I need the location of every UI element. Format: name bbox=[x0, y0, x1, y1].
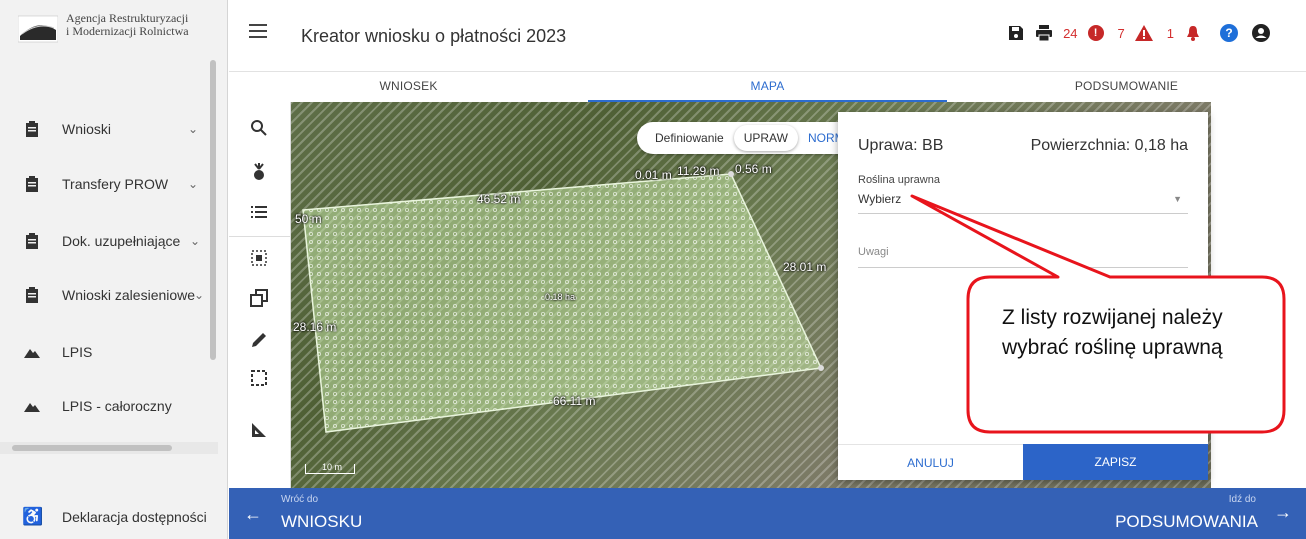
scrollbar-thumb[interactable] bbox=[12, 445, 172, 451]
warnings-count[interactable]: 7 bbox=[1118, 26, 1125, 41]
help-icon[interactable]: ? bbox=[1220, 24, 1238, 42]
callout-text: Z listy rozwijanej należy wybrać roślinę… bbox=[1002, 306, 1223, 359]
warning-icon[interactable] bbox=[1134, 24, 1153, 42]
measure-label: 11.29 m bbox=[677, 164, 720, 178]
sidebar-item-wnioski[interactable]: Wnioski ⌄ bbox=[0, 114, 210, 144]
list-icon[interactable] bbox=[249, 202, 269, 222]
back-caption: Wróć do bbox=[281, 494, 319, 505]
copy-polygon-icon[interactable] bbox=[249, 288, 269, 308]
notes-field[interactable]: Uwagi bbox=[858, 246, 1188, 268]
mountain-icon bbox=[24, 349, 40, 358]
print-icon[interactable] bbox=[1035, 24, 1053, 42]
errors-count[interactable]: 24 bbox=[1063, 26, 1077, 41]
crop-icon[interactable] bbox=[249, 162, 269, 182]
accessibility-icon: ♿ bbox=[22, 507, 44, 526]
header-actions: 24 ! 7 1 ? bbox=[1007, 24, 1270, 42]
clipboard-icon bbox=[26, 176, 38, 192]
bell-icon[interactable] bbox=[1184, 24, 1202, 42]
dropdown-arrow-icon: ▼ bbox=[1173, 194, 1182, 204]
measure-label: 28.01 m bbox=[783, 260, 827, 274]
sidebar-item-label: Dok. uzupełniające bbox=[62, 233, 181, 249]
tab-podsumowanie[interactable]: PODSUMOWANIE bbox=[947, 72, 1306, 102]
arimr-logo[interactable]: Agencja Restrukturyzacji i Modernizacji … bbox=[17, 12, 189, 44]
search-icon[interactable] bbox=[249, 118, 269, 138]
clipboard-icon bbox=[26, 287, 38, 303]
clipboard-icon bbox=[26, 121, 38, 137]
mountain-icon bbox=[24, 403, 40, 412]
next-label: PODSUMOWANIA bbox=[1115, 512, 1258, 531]
clipboard-icon bbox=[26, 233, 38, 249]
arrow-right-icon: → bbox=[1274, 502, 1292, 522]
sidebar-item-label: Transfery PROW bbox=[62, 176, 169, 192]
measure-label: 66.11 m bbox=[553, 394, 596, 408]
save-button[interactable]: ZAPISZ bbox=[1023, 444, 1208, 480]
save-icon[interactable] bbox=[1007, 24, 1025, 42]
chevron-down-icon: ⌄ bbox=[187, 177, 198, 191]
menu-icon[interactable] bbox=[249, 24, 267, 38]
accessibility-label: Deklaracja dostępności bbox=[62, 509, 207, 525]
measure-label: 0.56 m bbox=[735, 162, 772, 176]
measure-label: 50 m bbox=[295, 212, 322, 226]
next-caption: Idź do bbox=[1228, 494, 1256, 505]
measure-label: 28.16 m bbox=[293, 320, 337, 334]
account-icon[interactable] bbox=[1252, 24, 1270, 42]
crop-select-value: Wybierz bbox=[858, 192, 902, 206]
sidebar-item-label: LPIS bbox=[62, 344, 93, 360]
accessibility-link[interactable]: ♿ Deklaracja dostępności bbox=[0, 502, 228, 532]
sidebar-item-lpis[interactable]: LPIS bbox=[0, 337, 210, 367]
page-title: Kreator wniosku o płatności 2023 bbox=[301, 26, 567, 46]
map-scale-bar: 10 m bbox=[305, 462, 355, 474]
tab-wniosek[interactable]: WNIOSEK bbox=[229, 72, 588, 102]
cancel-button[interactable]: ANULUJ bbox=[838, 444, 1023, 480]
sidebar-item-dok-uzupelniajace[interactable]: Dok. uzupełniające ⌄ bbox=[0, 226, 210, 256]
error-icon[interactable]: ! bbox=[1087, 25, 1104, 41]
area-label: 0.18 ha bbox=[545, 292, 576, 302]
toolbar-divider bbox=[229, 236, 291, 237]
chevron-down-icon: ⌄ bbox=[187, 122, 198, 136]
tab-mapa[interactable]: MAPA bbox=[588, 72, 947, 102]
sidebar-item-label: Wnioski zalesieniowe bbox=[62, 287, 196, 303]
sidebar-item-wnioski-zalesieniowe[interactable]: Wnioski zalesieniowe ⌄ bbox=[0, 280, 210, 310]
pencil-icon[interactable] bbox=[249, 330, 269, 350]
brand-line2: i Modernizacji Rolnictwa bbox=[66, 24, 189, 38]
chevron-down-icon: ⌄ bbox=[189, 234, 200, 248]
measure-label: 0.01 m bbox=[635, 168, 672, 182]
sidebar-item-label: LPIS - całoroczny bbox=[62, 398, 172, 414]
arrow-left-icon: ← bbox=[244, 504, 262, 524]
crop-field-label: Roślina uprawna bbox=[858, 174, 940, 186]
tab-bar: WNIOSEK MAPA PODSUMOWANIE bbox=[229, 72, 1306, 102]
app-header: Kreator wniosku o płatności 2023 24 ! 7 … bbox=[229, 0, 1306, 102]
sidebar-scrollbar[interactable] bbox=[208, 40, 218, 440]
sidebar-horizontal-scrollbar[interactable] bbox=[0, 442, 218, 454]
back-label: WNIOSKU bbox=[281, 512, 363, 531]
notes-placeholder: Uwagi bbox=[858, 246, 889, 258]
dialog-title: Uprawa: BB bbox=[858, 137, 944, 154]
map-toolbar bbox=[229, 102, 291, 488]
sidebar: Agencja Restrukturyzacji i Modernizacji … bbox=[0, 0, 228, 539]
crop-dialog: Uprawa: BB Powierzchnia: 0,18 ha Roślina… bbox=[838, 112, 1208, 480]
crop-select[interactable]: Wybierz ▼ bbox=[858, 192, 1188, 214]
arimr-logo-icon bbox=[17, 12, 59, 44]
bottom-navigation: ← Wróć do WNIOSKU Idź do PODSUMOWANIA → bbox=[229, 488, 1306, 539]
toggle-label: Definiowanie bbox=[655, 131, 724, 145]
dialog-area: Powierzchnia: 0,18 ha bbox=[1030, 137, 1188, 154]
rectangle-select-icon[interactable] bbox=[249, 368, 269, 388]
scale-label: 10 m bbox=[322, 462, 343, 472]
scrollbar-thumb[interactable] bbox=[210, 60, 216, 360]
toggle-option-upraw[interactable]: UPRAW bbox=[734, 125, 798, 151]
measure-angle-icon[interactable] bbox=[249, 420, 269, 440]
notifications-count[interactable]: 1 bbox=[1167, 26, 1174, 41]
chevron-down-icon: ⌄ bbox=[193, 288, 204, 302]
sidebar-item-transfery-prow[interactable]: Transfery PROW ⌄ bbox=[0, 169, 210, 199]
measure-label: 46.52 m bbox=[477, 192, 521, 206]
sidebar-item-label: Wnioski bbox=[62, 121, 112, 137]
select-area-icon[interactable] bbox=[249, 248, 269, 268]
sidebar-item-lpis-caloroczny[interactable]: LPIS - całoroczny bbox=[0, 391, 210, 421]
